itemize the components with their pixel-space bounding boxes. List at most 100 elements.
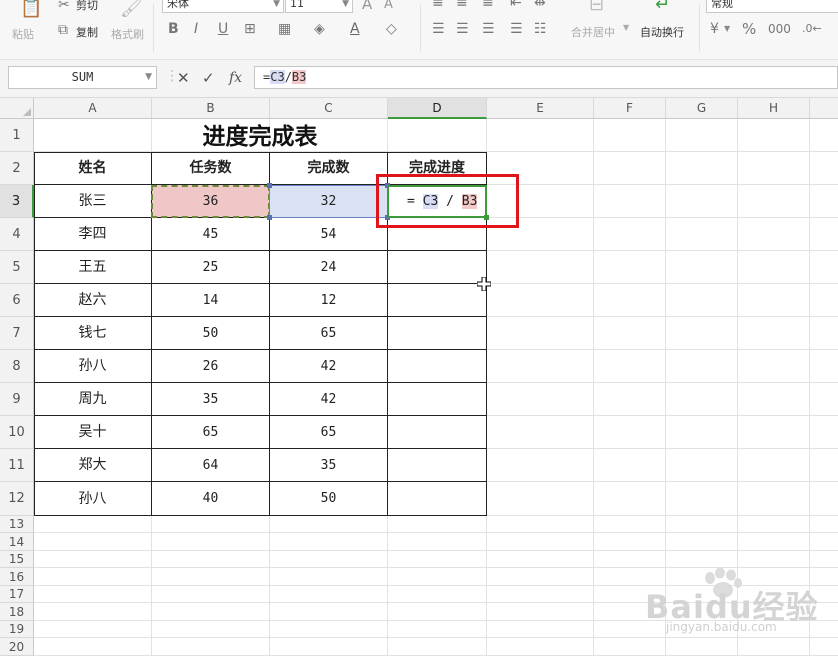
- cell-name[interactable]: 李四: [34, 218, 152, 251]
- cell-name[interactable]: 周九: [34, 383, 152, 416]
- indent-icon[interactable]: ⇤: [510, 0, 522, 10]
- border-icon[interactable]: ⊞: [244, 22, 256, 36]
- cell-tasks[interactable]: 26: [152, 350, 270, 383]
- row-header-19[interactable]: 19: [0, 621, 34, 638]
- cell-done[interactable]: 42: [270, 383, 388, 416]
- cell-name[interactable]: 张三: [34, 185, 152, 218]
- column-header-g[interactable]: G: [666, 98, 738, 119]
- number-format-select[interactable]: 常规: [706, 0, 838, 13]
- cell-done[interactable]: 12: [270, 284, 388, 317]
- cell-tasks[interactable]: 25: [152, 251, 270, 284]
- merge-icon[interactable]: ⊟: [589, 0, 604, 14]
- format-painter-button[interactable]: 格式刷: [111, 26, 144, 42]
- row-header-2[interactable]: 2: [0, 152, 34, 185]
- confirm-icon[interactable]: ✓: [202, 69, 215, 87]
- merge-center-button[interactable]: 合并居中: [571, 24, 615, 40]
- justify-icon[interactable]: ☰: [510, 22, 523, 36]
- paint-bucket-icon[interactable]: ◈: [314, 22, 325, 36]
- cell-tasks[interactable]: 35: [152, 383, 270, 416]
- percent-icon[interactable]: %: [742, 22, 756, 37]
- align-middle-icon[interactable]: ≡: [456, 0, 468, 10]
- column-header-c[interactable]: C: [270, 98, 388, 119]
- fill-color-icon[interactable]: ▦: [278, 22, 291, 36]
- cell-done[interactable]: 65: [270, 416, 388, 449]
- cell-tasks[interactable]: 40: [152, 482, 270, 516]
- row-header-11[interactable]: 11: [0, 449, 34, 482]
- column-header-f[interactable]: F: [594, 98, 666, 119]
- row-header-1[interactable]: 1: [0, 119, 34, 152]
- chevron-down-icon[interactable]: ▼: [623, 23, 629, 32]
- align-right-icon[interactable]: ☰: [482, 22, 495, 36]
- cell-done[interactable]: 42: [270, 350, 388, 383]
- cell-name[interactable]: 钱七: [34, 317, 152, 350]
- bold-icon[interactable]: B: [168, 22, 179, 36]
- row-header-7[interactable]: 7: [0, 317, 34, 350]
- distribute-icon[interactable]: ⇹: [534, 0, 546, 10]
- cell-progress[interactable]: [388, 317, 487, 350]
- cell-done[interactable]: 35: [270, 449, 388, 482]
- insert-function-button[interactable]: fx: [229, 69, 242, 87]
- row-header-3[interactable]: 3: [0, 185, 34, 218]
- eraser-icon[interactable]: ◇: [386, 22, 397, 36]
- row-header-12[interactable]: 12: [0, 482, 34, 516]
- wrap-text-icon[interactable]: ↵: [655, 0, 670, 14]
- table-header-tasks[interactable]: 任务数: [152, 152, 270, 185]
- row-header-18[interactable]: 18: [0, 603, 34, 621]
- cell-tasks[interactable]: 14: [152, 284, 270, 317]
- currency-icon[interactable]: ¥: [710, 22, 719, 36]
- font-size-select[interactable]: 11 ▼: [285, 0, 353, 13]
- table-header-done[interactable]: 完成数: [270, 152, 388, 185]
- row-header-10[interactable]: 10: [0, 416, 34, 449]
- row-header-4[interactable]: 4: [0, 218, 34, 251]
- row-header-16[interactable]: 16: [0, 568, 34, 586]
- cell-name[interactable]: 赵六: [34, 284, 152, 317]
- distributed-align-icon[interactable]: ☷: [534, 22, 547, 36]
- formula-input[interactable]: =C3/B3: [254, 66, 838, 89]
- cell-progress[interactable]: [388, 218, 487, 251]
- scissors-icon[interactable]: ✂: [58, 0, 70, 12]
- wrap-text-button[interactable]: 自动换行: [640, 24, 684, 40]
- column-header-h[interactable]: H: [738, 98, 810, 119]
- row-header-14[interactable]: 14: [0, 533, 34, 551]
- paste-icon[interactable]: 📋: [20, 0, 42, 18]
- cell-name[interactable]: 孙八: [34, 482, 152, 516]
- cell-name[interactable]: 郑大: [34, 449, 152, 482]
- cell-name[interactable]: 吴十: [34, 416, 152, 449]
- cell-done[interactable]: 65: [270, 317, 388, 350]
- cell-progress[interactable]: [388, 350, 487, 383]
- decrease-font-icon[interactable]: A: [384, 0, 393, 12]
- select-all-corner[interactable]: [0, 98, 34, 119]
- format-painter-icon[interactable]: 🖌: [120, 0, 143, 18]
- cell-tasks-b3[interactable]: 36: [152, 185, 270, 218]
- name-box[interactable]: SUM ▼: [8, 66, 157, 89]
- row-header-8[interactable]: 8: [0, 350, 34, 383]
- cell-progress[interactable]: [388, 482, 487, 516]
- underline-icon[interactable]: U: [218, 22, 228, 36]
- column-header-d[interactable]: D: [388, 98, 487, 119]
- row-header-5[interactable]: 5: [0, 251, 34, 284]
- sheet-title[interactable]: 进度完成表: [34, 120, 486, 153]
- cell-tasks[interactable]: 65: [152, 416, 270, 449]
- increase-decimal-icon[interactable]: .0←: [802, 22, 822, 36]
- column-header-e[interactable]: E: [487, 98, 594, 119]
- cell-name[interactable]: 王五: [34, 251, 152, 284]
- copy-icon[interactable]: ⧉: [58, 23, 68, 37]
- font-color-icon[interactable]: A: [350, 22, 360, 36]
- fill-handle[interactable]: [484, 215, 489, 220]
- table-header-progress[interactable]: 完成进度: [388, 152, 487, 185]
- align-left-icon[interactable]: ☰: [432, 22, 445, 36]
- cell-progress[interactable]: [388, 416, 487, 449]
- cell-progress[interactable]: [388, 284, 487, 317]
- italic-icon[interactable]: I: [194, 22, 198, 36]
- column-header-b[interactable]: B: [152, 98, 270, 119]
- increase-font-icon[interactable]: A: [362, 0, 372, 12]
- align-bottom-icon[interactable]: ≡: [482, 0, 494, 10]
- cell-progress[interactable]: [388, 251, 487, 284]
- cell-done-c3[interactable]: 32: [270, 185, 388, 218]
- row-header-9[interactable]: 9: [0, 383, 34, 416]
- row-header-20[interactable]: 20: [0, 638, 34, 656]
- row-header-15[interactable]: 15: [0, 551, 34, 568]
- active-cell-d3-editor[interactable]: = C3 / B3: [387, 185, 487, 218]
- cell-progress[interactable]: [388, 383, 487, 416]
- row-header-17[interactable]: 17: [0, 586, 34, 603]
